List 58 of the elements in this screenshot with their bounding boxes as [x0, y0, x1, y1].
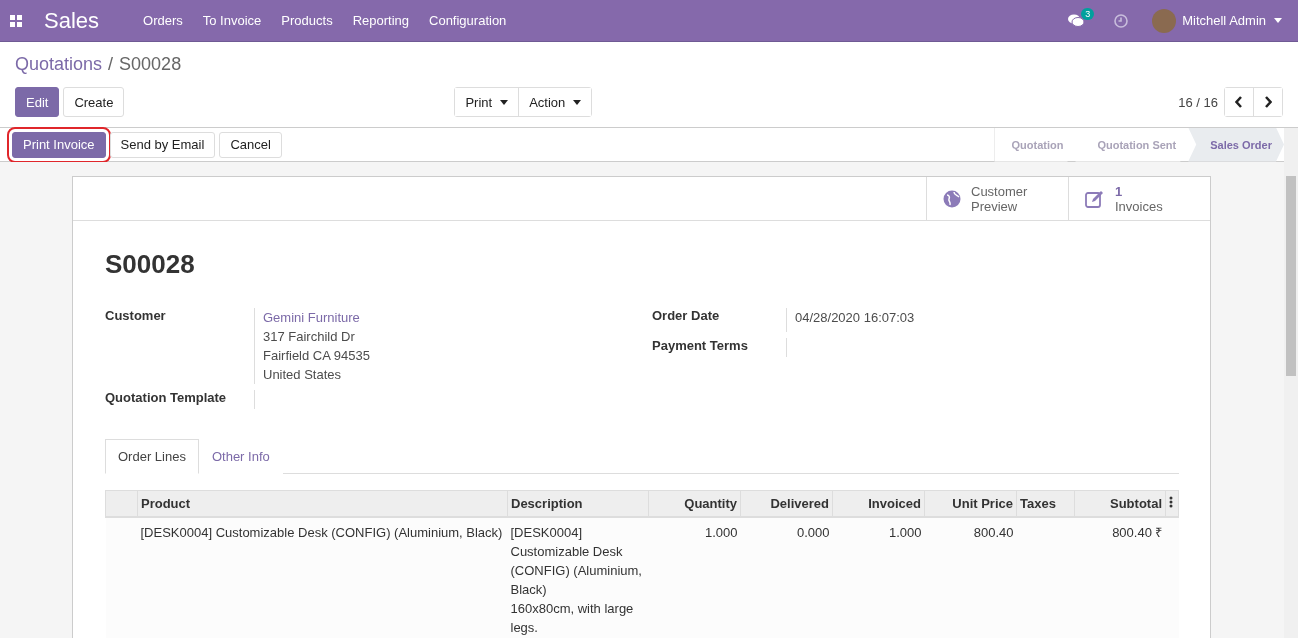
menu-item[interactable]: Reporting	[342, 13, 419, 28]
user-menu[interactable]: Mitchell Admin	[1152, 8, 1282, 33]
field-label: Customer	[105, 308, 255, 384]
button[interactable]: Cancel	[219, 131, 282, 158]
field-label: Payment Terms	[652, 338, 787, 357]
edit-icon	[1085, 189, 1105, 208]
avatar	[1152, 8, 1177, 33]
chevron-right-icon	[1264, 96, 1272, 108]
table-cell: 800.40 ₹	[1112, 525, 1163, 540]
message-count-badge: 3	[1081, 7, 1095, 20]
field-value: Fairfield CA 94535	[263, 347, 370, 365]
customer-link[interactable]: Gemini Furniture	[263, 308, 370, 327]
pager-counter: 16 / 16	[1178, 94, 1218, 110]
status-stage[interactable]: Sales Order	[1188, 127, 1284, 162]
menu-item[interactable]: Configuration	[419, 13, 517, 28]
table-cell: [DESK0004] Customizable Desk (CONFIG) (Aluminium, Black) 160x80cm, with large legs.	[510, 525, 642, 635]
field-label: Quotation Template	[105, 390, 255, 409]
column-header[interactable]: Invoiced	[832, 490, 925, 517]
column-header[interactable]: Delivered	[740, 490, 833, 517]
apps-menu-icon[interactable]	[10, 14, 22, 27]
menu-item[interactable]: To Invoice	[192, 13, 272, 28]
field-value: 04/28/2020 16:07:03	[795, 309, 915, 327]
field-value: 317 Fairchild Dr	[263, 328, 356, 346]
menu-item[interactable]: Orders	[133, 13, 193, 28]
globe-icon	[943, 189, 961, 208]
app-title: Sales	[44, 7, 100, 34]
table-cell: 1.000	[888, 525, 922, 540]
caret-icon	[1274, 18, 1282, 23]
chat-icon[interactable]	[1068, 13, 1085, 28]
caret-icon	[500, 99, 509, 105]
primary-button[interactable]: Edit	[15, 87, 60, 117]
chevron-left-icon	[1235, 96, 1243, 108]
table-cell: 800.40	[973, 525, 1014, 540]
column-header[interactable]: Product	[137, 490, 508, 517]
caret-icon	[573, 99, 582, 105]
table-cell: 0.000	[796, 525, 830, 540]
breadcrumb-current: S00028	[119, 54, 182, 75]
breadcrumb-link[interactable]: Quotations	[15, 54, 103, 75]
field-value: United States	[263, 366, 343, 384]
column-header[interactable]: Taxes	[1016, 490, 1075, 517]
clock-icon[interactable]	[1114, 13, 1129, 28]
column-header[interactable]: Unit Price	[924, 490, 1017, 517]
column-header[interactable]: Quantity	[648, 490, 741, 517]
record-title: S00028	[105, 249, 196, 280]
table-cell: 1.000	[704, 525, 738, 540]
column-header[interactable]: Description	[507, 490, 649, 517]
next-button[interactable]	[1253, 88, 1282, 116]
menu-item[interactable]: Products	[271, 13, 343, 28]
column-header[interactable]: Subtotal	[1074, 490, 1166, 517]
table-cell: [DESK0004] Customizable Desk (CONFIG) (Aluminium, Black)	[140, 525, 503, 540]
field-label: Order Date	[652, 308, 787, 332]
button[interactable]: Send by Email	[109, 131, 216, 158]
button[interactable]: Create	[63, 87, 125, 117]
tab[interactable]: Order Lines	[105, 439, 199, 474]
scrollbar[interactable]	[1284, 128, 1298, 638]
column-options-icon[interactable]	[1169, 496, 1173, 508]
dropdown-button[interactable]: Action	[518, 88, 592, 116]
breadcrumb-separator: /	[108, 54, 114, 75]
